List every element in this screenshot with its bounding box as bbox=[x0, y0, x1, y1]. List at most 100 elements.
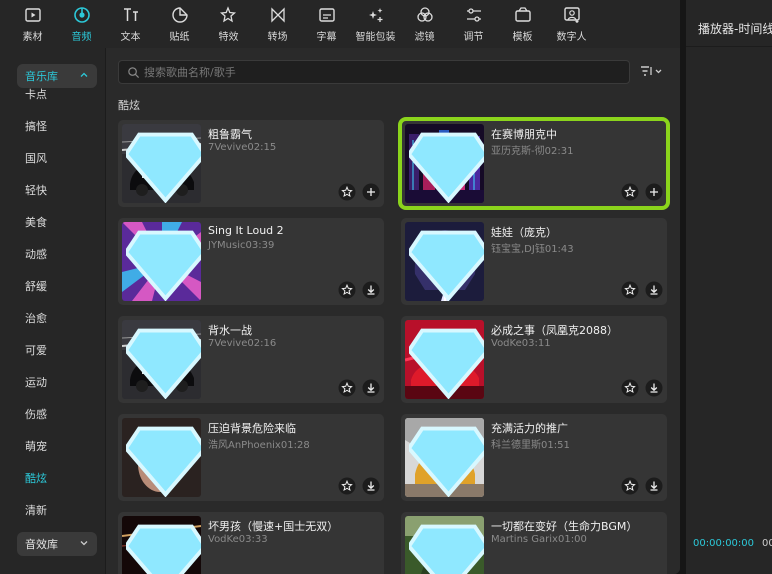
song-artist: JYMusic bbox=[208, 240, 246, 251]
song-card[interactable]: 粗鲁霸气 7Vevive02:15 bbox=[118, 120, 384, 207]
player-title: 播放器-时间线 bbox=[698, 22, 772, 36]
song-title: 背水一战 bbox=[208, 324, 252, 337]
total-time: 00 bbox=[762, 538, 772, 549]
download-icon bbox=[362, 477, 380, 499]
song-title: 必成之事（凤凰克2088） bbox=[491, 324, 618, 337]
sidebar-category[interactable]: 运动 bbox=[25, 374, 47, 390]
tab-avatar[interactable]: 数字人 bbox=[547, 0, 596, 48]
tab-sticker[interactable]: 贴纸 bbox=[155, 0, 204, 48]
tab-label: 文本 bbox=[120, 32, 141, 43]
tab-label: 模板 bbox=[512, 32, 533, 43]
favorite-button[interactable] bbox=[621, 281, 639, 299]
sidebar-category[interactable]: 舒缓 bbox=[25, 278, 47, 294]
vip-diamond-icon bbox=[126, 328, 201, 399]
section-title: 酷炫 bbox=[118, 99, 140, 112]
sidebar-category[interactable]: 搞怪 bbox=[25, 118, 47, 134]
tab-effects[interactable]: 特效 bbox=[204, 0, 253, 48]
search-box bbox=[118, 60, 630, 84]
tab-label: 字幕 bbox=[316, 32, 337, 43]
favorite-button[interactable] bbox=[338, 183, 356, 201]
song-artist: 浩风AnPhoenix bbox=[208, 440, 281, 451]
add-to-track-button[interactable] bbox=[362, 183, 380, 201]
star-icon bbox=[338, 477, 356, 499]
song-meta: JYMusic03:39 bbox=[208, 240, 274, 251]
sidebar-category[interactable]: 卡点 bbox=[25, 86, 47, 102]
download-button[interactable] bbox=[362, 379, 380, 397]
download-button[interactable] bbox=[645, 379, 663, 397]
song-meta: Martins Garix01:00 bbox=[491, 534, 587, 545]
audio-icon bbox=[73, 7, 90, 23]
song-card[interactable]: 娃娃（庞克） 钰宝宝,DJ钰01:43 bbox=[401, 218, 667, 305]
song-duration: 01:51 bbox=[541, 440, 570, 451]
music-library-toggle[interactable]: 音乐库 bbox=[17, 64, 97, 88]
media-icon bbox=[24, 8, 41, 22]
favorite-button[interactable] bbox=[338, 281, 356, 299]
tab-filter[interactable]: 滤镜 bbox=[400, 0, 449, 48]
tab-text[interactable]: 文本 bbox=[106, 0, 155, 48]
search-input[interactable] bbox=[144, 65, 624, 79]
sfx-library-toggle[interactable]: 音效库 bbox=[17, 532, 97, 556]
song-meta: 7Vevive02:15 bbox=[208, 142, 276, 153]
download-button[interactable] bbox=[362, 281, 380, 299]
tab-label: 贴纸 bbox=[169, 32, 190, 43]
song-cover-image bbox=[405, 124, 484, 203]
song-card[interactable]: 背水一战 7Vevive02:16 bbox=[118, 316, 384, 403]
favorite-button[interactable] bbox=[338, 379, 356, 397]
tab-smart-pack[interactable]: 智能包装 bbox=[351, 0, 400, 48]
song-meta: 浩风AnPhoenix01:28 bbox=[208, 436, 310, 451]
sidebar-category[interactable]: 动感 bbox=[25, 246, 47, 262]
vip-diamond-icon bbox=[409, 426, 484, 497]
tab-transition[interactable]: 转场 bbox=[253, 0, 302, 48]
download-button[interactable] bbox=[645, 477, 663, 495]
song-card[interactable]: 在赛博朋克中 亚历克斯-彻02:31 bbox=[398, 117, 670, 210]
vip-diamond-icon bbox=[409, 132, 484, 203]
song-title: 充满活力的推广 bbox=[491, 422, 568, 435]
favorite-button[interactable] bbox=[338, 477, 356, 495]
download-button[interactable] bbox=[645, 281, 663, 299]
sidebar-category[interactable]: 清新 bbox=[25, 502, 47, 518]
favorite-button[interactable] bbox=[621, 477, 639, 495]
vip-diamond-icon bbox=[126, 524, 201, 574]
sidebar-category[interactable]: 可爱 bbox=[25, 342, 47, 358]
app-window: 素材 音频 文本 贴纸 特效 转场 字幕 智能包装 滤镜 调节 模板 数字人 音乐库 卡点搞怪国风轻快… bbox=[0, 0, 772, 574]
song-duration: 02:31 bbox=[544, 146, 574, 157]
tab-template[interactable]: 模板 bbox=[498, 0, 547, 48]
sidebar-category[interactable]: 美食 bbox=[25, 214, 47, 230]
download-icon bbox=[645, 281, 663, 303]
song-card[interactable]: 必成之事（凤凰克2088） VodKe03:11 bbox=[401, 316, 667, 403]
vip-diamond-icon bbox=[409, 524, 484, 574]
song-artist: 亚历克斯-彻 bbox=[491, 146, 545, 157]
download-button[interactable] bbox=[362, 477, 380, 495]
song-card[interactable]: Sing It Loud 2 JYMusic03:39 bbox=[118, 218, 384, 305]
tab-label: 调节 bbox=[463, 32, 484, 43]
tab-label: 转场 bbox=[267, 32, 288, 43]
tab-subtitle[interactable]: 字幕 bbox=[302, 0, 351, 48]
sidebar-category[interactable]: 萌宠 bbox=[25, 438, 47, 454]
tab-adjust[interactable]: 调节 bbox=[449, 0, 498, 48]
star-icon bbox=[621, 281, 639, 303]
text-icon bbox=[123, 8, 138, 21]
song-cover-image bbox=[405, 418, 484, 497]
add-to-track-button[interactable] bbox=[645, 183, 663, 201]
song-title: 在赛博朋克中 bbox=[491, 128, 557, 141]
sidebar-category[interactable]: 伤感 bbox=[25, 406, 47, 422]
favorite-button[interactable] bbox=[621, 183, 639, 201]
song-duration: 03:39 bbox=[245, 240, 275, 251]
chevron-down-icon bbox=[80, 541, 88, 546]
sidebar-category[interactable]: 治愈 bbox=[25, 310, 47, 326]
tab-media[interactable]: 素材 bbox=[8, 0, 57, 48]
player-panel: 播放器-时间线 00:00:00:00 00 bbox=[686, 0, 772, 574]
song-card[interactable]: 一切都在变好（生命力BGM） Martins Garix01:00 bbox=[401, 512, 667, 574]
song-card[interactable]: 充满活力的推广 科兰德里斯01:51 bbox=[401, 414, 667, 501]
song-card[interactable]: 坏男孩（慢速+国士无双） VodKe03:33 bbox=[118, 512, 384, 574]
sidebar-category[interactable]: 国风 bbox=[25, 150, 47, 166]
filter-button[interactable] bbox=[638, 62, 668, 82]
sidebar-category[interactable]: 酷炫 bbox=[25, 470, 47, 486]
song-duration: 02:15 bbox=[247, 142, 277, 153]
song-title: 粗鲁霸气 bbox=[208, 128, 252, 141]
tab-audio[interactable]: 音频 bbox=[57, 0, 106, 48]
song-card[interactable]: 压迫背景危险来临 浩风AnPhoenix01:28 bbox=[118, 414, 384, 501]
song-meta: VodKe03:33 bbox=[208, 534, 268, 545]
sidebar-category[interactable]: 轻快 bbox=[25, 182, 47, 198]
favorite-button[interactable] bbox=[621, 379, 639, 397]
